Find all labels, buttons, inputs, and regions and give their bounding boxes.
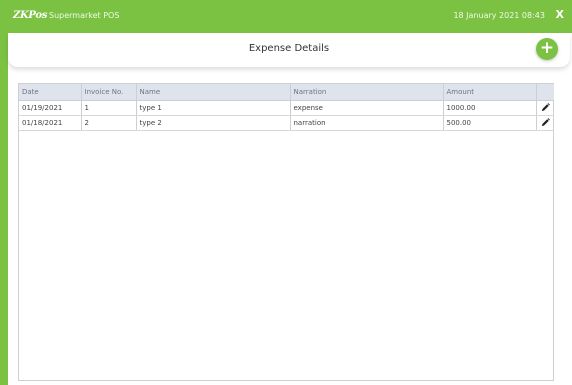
table-row[interactable]: 01/18/2021 2 type 2 narration 500.00 — [19, 115, 554, 131]
left-accent-strip — [0, 0, 8, 385]
cell-edit — [536, 115, 554, 131]
table-row[interactable]: 01/19/2021 1 type 1 expense 1000.00 — [19, 100, 554, 116]
top-bar: ZKPos Supermarket POS 18 January 2021 08… — [0, 0, 572, 33]
column-header-name[interactable]: Name — [136, 84, 291, 101]
cell-date: 01/18/2021 — [19, 115, 82, 131]
cell-name: type 2 — [136, 115, 291, 131]
column-header-invoice[interactable]: Invoice No. — [81, 84, 137, 101]
cell-narration: narration — [290, 115, 444, 131]
plus-icon: + — [539, 38, 555, 58]
add-expense-button[interactable]: + — [536, 38, 558, 60]
cell-name: type 1 — [136, 100, 291, 116]
pencil-icon[interactable] — [541, 118, 550, 127]
cell-invoice: 1 — [81, 100, 137, 116]
logo: ZKPos — [13, 10, 48, 21]
cell-narration: expense — [290, 100, 444, 116]
cell-edit — [536, 100, 554, 116]
close-button[interactable]: X — [556, 8, 564, 21]
table-header-row: Date Invoice No. Name Narration Amount — [19, 84, 554, 101]
page-title: Expense Details — [248, 43, 330, 54]
app-name: Supermarket POS — [49, 11, 120, 20]
cell-amount: 500.00 — [443, 115, 537, 131]
cell-date: 01/19/2021 — [19, 100, 82, 116]
column-header-amount[interactable]: Amount — [443, 84, 537, 101]
page-header: Expense Details + — [8, 33, 570, 67]
column-header-actions — [536, 84, 554, 101]
column-header-narration[interactable]: Narration — [290, 84, 444, 101]
pencil-icon[interactable] — [541, 103, 550, 112]
datetime: 18 January 2021 08:43 — [453, 11, 545, 20]
cell-amount: 1000.00 — [443, 100, 537, 116]
cell-invoice: 2 — [81, 115, 137, 131]
expense-table: Date Invoice No. Name Narration Amount 0… — [19, 84, 554, 131]
app-window: ZKPos Supermarket POS 18 January 2021 08… — [0, 0, 572, 385]
expense-table-container[interactable]: Date Invoice No. Name Narration Amount 0… — [18, 83, 554, 381]
column-header-date[interactable]: Date — [19, 84, 82, 101]
